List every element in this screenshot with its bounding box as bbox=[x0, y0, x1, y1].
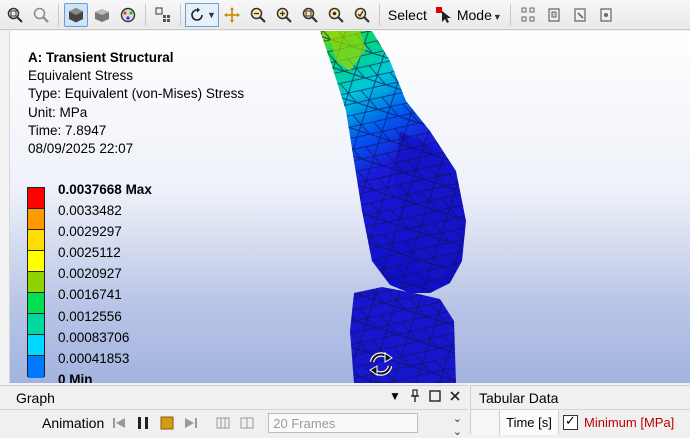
previous-frame-icon[interactable] bbox=[110, 414, 128, 432]
minimum-column-label: Minimum [MPa] bbox=[584, 415, 675, 430]
zoom-icon[interactable] bbox=[29, 3, 53, 27]
select-edge-icon[interactable] bbox=[568, 3, 592, 27]
chevron-down-icon[interactable]: ⌄ ⌄ bbox=[453, 412, 462, 438]
wireframe-icon[interactable] bbox=[116, 3, 140, 27]
solid-view-icon[interactable] bbox=[64, 2, 88, 27]
tabular-header-row: Time [s] Minimum [MPa] bbox=[471, 410, 690, 435]
select-vertex-icon[interactable] bbox=[594, 3, 618, 27]
graph-panel: Graph ▼ Animation 20 Frames ⌄ ⌄ bbox=[0, 385, 468, 438]
legend-swatch bbox=[28, 293, 44, 314]
legend-label: 0.0020927 bbox=[58, 266, 122, 282]
result-name: Equivalent Stress bbox=[28, 68, 134, 84]
toolbar-separator bbox=[509, 3, 511, 26]
graph-panel-header: Graph ▼ bbox=[0, 386, 468, 410]
row-index-header bbox=[471, 410, 500, 435]
legend-label: 0.0012556 bbox=[58, 308, 122, 324]
select-cursor-icon[interactable] bbox=[432, 3, 456, 27]
close-icon[interactable] bbox=[448, 389, 462, 403]
legend-swatch bbox=[28, 335, 44, 356]
zoom-previous-icon[interactable] bbox=[350, 3, 374, 27]
legend-labels: 0.0037668 Max 0.0033482 0.0029297 0.0025… bbox=[58, 179, 152, 383]
legend-label: 0.0016741 bbox=[58, 287, 122, 303]
animation-label: Animation bbox=[42, 414, 105, 431]
legend-label: 0.0029297 bbox=[58, 224, 122, 240]
rotate-dropdown[interactable]: ▼ bbox=[185, 2, 219, 27]
chevron-down-icon: ▼ bbox=[207, 9, 216, 20]
legend-swatch bbox=[28, 209, 44, 230]
result-type: Type: Equivalent (von-Mises) Stress bbox=[28, 86, 245, 102]
chevron-down-icon: ▼ bbox=[492, 11, 502, 22]
pause-icon[interactable] bbox=[134, 414, 152, 432]
panel-menu-chevron-icon[interactable]: ▼ bbox=[388, 389, 402, 403]
legend-min-label: 0 Min bbox=[58, 371, 93, 383]
maximize-icon[interactable] bbox=[428, 389, 442, 403]
zoom-box-icon[interactable] bbox=[272, 3, 296, 27]
toolbar-separator bbox=[180, 3, 181, 26]
minimum-checkbox[interactable] bbox=[563, 413, 578, 430]
rotate-cursor-icon bbox=[369, 352, 393, 376]
legend-label: 0.0033482 bbox=[58, 203, 122, 219]
shaded-view-icon[interactable] bbox=[90, 3, 114, 27]
mode-label: Mode bbox=[456, 6, 492, 23]
select-filter-icon[interactable] bbox=[516, 3, 540, 27]
zoom-in-icon[interactable] bbox=[246, 3, 270, 27]
zoom-to-fit-icon[interactable] bbox=[3, 3, 27, 27]
result-unit: Unit: MPa bbox=[28, 104, 88, 120]
zoom-fit-icon[interactable] bbox=[324, 3, 348, 27]
rotate-icon bbox=[191, 7, 203, 21]
legend-swatch bbox=[28, 251, 44, 272]
analysis-title: A: Transient Structural bbox=[28, 50, 174, 65]
legend-swatch bbox=[28, 230, 44, 251]
result-sets-icon[interactable] bbox=[238, 414, 256, 432]
legend-label: 0.00041853 bbox=[58, 350, 130, 366]
select-button[interactable]: Select bbox=[384, 7, 431, 23]
legend-label: 0.0025112 bbox=[58, 245, 121, 261]
animation-toolbar: Animation 20 Frames ⌄ ⌄ bbox=[0, 410, 468, 438]
toolbar-separator bbox=[378, 3, 380, 26]
legend-color-bar bbox=[27, 187, 45, 378]
legend-swatch bbox=[28, 356, 44, 378]
result-info: A: Transient Structural Equivalent Stres… bbox=[28, 49, 244, 158]
graphics-viewport[interactable]: A: Transient Structural Equivalent Stres… bbox=[10, 31, 690, 383]
time-column-header[interactable]: Time [s] bbox=[500, 410, 559, 435]
tabular-data-panel: Tabular Data Time [s] Minimum [MPa] bbox=[470, 385, 690, 435]
legend-swatch bbox=[28, 188, 44, 209]
legend-swatch bbox=[28, 314, 44, 335]
frames-select[interactable]: 20 Frames bbox=[268, 412, 419, 433]
pan-icon[interactable] bbox=[220, 3, 244, 27]
toolbar-separator bbox=[58, 3, 59, 26]
zoom-out-icon[interactable] bbox=[298, 3, 322, 27]
legend-max-label: 0.0037668 Max bbox=[58, 182, 152, 197]
minimum-column-header[interactable]: Minimum [MPa] bbox=[559, 413, 675, 430]
mode-dropdown[interactable]: Mode▼ bbox=[457, 7, 506, 23]
result-date: 08/09/2025 22:07 bbox=[28, 141, 134, 157]
result-time: Time: 7.8947 bbox=[28, 122, 107, 138]
legend-label: 0.00083706 bbox=[58, 329, 130, 345]
select-face-icon[interactable] bbox=[542, 3, 566, 27]
toolbar-separator bbox=[145, 3, 146, 26]
pin-icon[interactable] bbox=[408, 389, 422, 403]
toolbar: ▼ Select Mode▼ bbox=[0, 0, 690, 30]
legend-swatch bbox=[28, 272, 44, 293]
graph-panel-title: Graph bbox=[16, 389, 55, 406]
tabular-data-title: Tabular Data bbox=[471, 386, 690, 410]
next-frame-icon[interactable] bbox=[182, 414, 200, 432]
select-box-icon[interactable] bbox=[151, 3, 175, 27]
distributed-frames-icon[interactable] bbox=[214, 414, 232, 432]
stop-icon[interactable] bbox=[158, 414, 176, 432]
left-panel-edge bbox=[0, 31, 10, 383]
